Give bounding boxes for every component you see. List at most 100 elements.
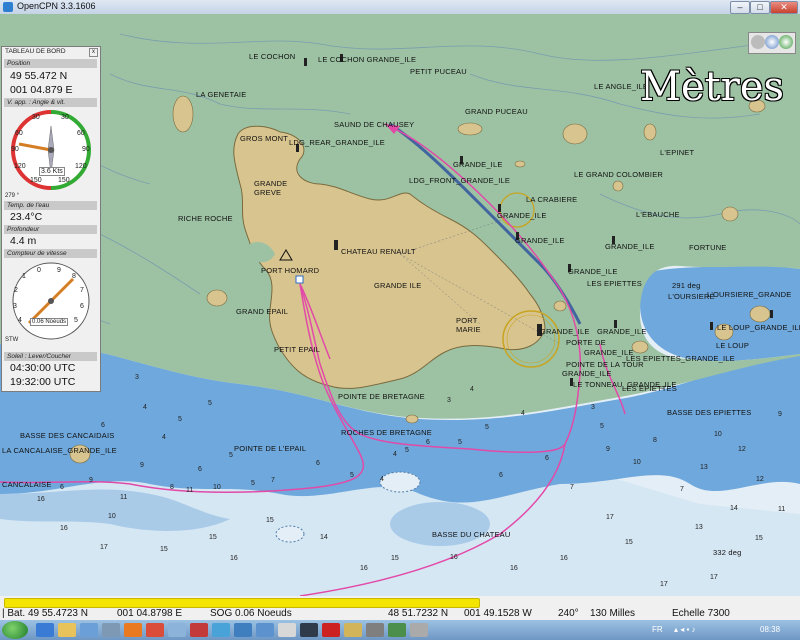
chart-label: PORTE DE [566, 338, 606, 347]
sounding: 5 [600, 423, 604, 430]
language-indicator[interactable]: FR [652, 625, 663, 634]
bearing: 240° [558, 608, 579, 619]
app-icon[interactable] [366, 623, 384, 637]
info-icon[interactable] [765, 35, 779, 49]
app-icon[interactable] [102, 623, 120, 637]
sounding: 11 [120, 494, 128, 501]
dashboard-close-button[interactable]: x [89, 48, 98, 57]
sounding: 16 [60, 525, 68, 532]
explorer-icon[interactable] [58, 623, 76, 637]
chart-label: GRANDE [254, 179, 288, 188]
app-icon[interactable] [410, 623, 428, 637]
chart-label: GRANDE_ILE [540, 327, 590, 336]
sounding: 17 [606, 514, 614, 521]
wind-tick: 60 [15, 130, 23, 137]
wind-extra: 279 ° [5, 193, 20, 199]
sounding: 15 [209, 534, 217, 541]
wind-speed: 3.6 Kts [39, 167, 65, 176]
chart-label: LA GENETAIE [196, 90, 247, 99]
sounding: 6 [545, 455, 549, 462]
chart-tools [748, 32, 796, 54]
sounding: 10 [108, 513, 116, 520]
sounding: 4 [470, 386, 474, 393]
wind-tick: 120 [75, 163, 87, 170]
position-lon: 001 04.879 E [10, 84, 73, 96]
start-button[interactable] [2, 621, 28, 639]
app-icon[interactable] [168, 623, 186, 637]
chart-label: PETIT EPAIL [274, 345, 321, 354]
sounding: 16 [450, 554, 458, 561]
app-icon[interactable] [80, 623, 98, 637]
maximize-button[interactable]: □ [750, 1, 770, 14]
water-temp-caption: Temp. de l'eau [4, 201, 97, 210]
sounding: 12 [756, 476, 764, 483]
chart-label: GROS MONT [240, 134, 289, 143]
app-icon[interactable] [388, 623, 406, 637]
close-button[interactable]: ✕ [770, 1, 798, 14]
piano-icon[interactable] [751, 35, 765, 49]
position-caption: Position [4, 59, 97, 68]
sounding: 9 [606, 446, 610, 453]
compass-icon[interactable] [779, 35, 793, 49]
app-icon[interactable] [190, 623, 208, 637]
pdf-icon[interactable] [322, 623, 340, 637]
sounding: 17 [660, 581, 668, 588]
opencpn-taskbar-icon[interactable] [256, 623, 274, 637]
sounding: 5 [178, 416, 182, 423]
sounding: 10 [633, 459, 641, 466]
app-icon[interactable] [146, 623, 164, 637]
minimize-button[interactable]: – [730, 1, 750, 14]
sounding: 13 [695, 524, 703, 531]
chart-label: GRANDE_ILE [605, 242, 655, 251]
clock[interactable]: 08:38 [760, 625, 780, 634]
sounding: 7 [271, 477, 275, 484]
sounding: 4 [380, 476, 384, 483]
sounding: 17 [100, 544, 108, 551]
wind-tick: 90 [11, 146, 19, 153]
app-icon[interactable] [344, 623, 362, 637]
sounding: 10 [213, 484, 221, 491]
taskbar: FR ▴ ◂ ▪ ♪ 08:38 [0, 620, 800, 640]
app-icon[interactable] [234, 623, 252, 637]
chart-label: FORTUNE [689, 243, 727, 252]
speed-gauge [12, 262, 90, 340]
depth-caption: Profondeur [4, 225, 97, 234]
chart-label: LE GRAND COLOMBIER [574, 170, 664, 179]
sounding: 15 [625, 539, 633, 546]
chart-label: GRANDE_ILE [562, 369, 612, 378]
chart-label: GRAND PUCEAU [465, 107, 528, 116]
chart-label: LES EPIETTES [587, 279, 642, 288]
speed-tick: 4 [18, 317, 22, 324]
chart-label: LE LOUP [716, 341, 750, 350]
chart-label: ROCHES DE BRETAGNE [341, 428, 432, 437]
app-icon[interactable] [212, 623, 230, 637]
chart-canvas[interactable]: LE COCHON LE COCHON GRANDE_ILE PETIT PUCEA… [0, 14, 800, 596]
chart-label: LES EPIETTES [622, 384, 677, 393]
chart-label: L'EBAUCHE [636, 210, 680, 219]
ie-icon[interactable] [36, 623, 54, 637]
chart-label: CHATEAU RENAULT [341, 247, 416, 256]
chart-label: GREVE [254, 188, 282, 197]
speed-tick: 8 [72, 273, 76, 280]
firefox-icon[interactable] [124, 623, 142, 637]
cursor-lat: 48 51.7232 N [388, 608, 449, 619]
sounding: 11 [778, 506, 786, 513]
sounding: 16 [37, 496, 45, 503]
terminal-icon[interactable] [300, 623, 318, 637]
sounding: 6 [198, 466, 202, 473]
chart-label: LE COCHON [249, 52, 296, 61]
progress-bar [4, 598, 480, 608]
dashboard-title: TABLEAU DE BORD [5, 48, 66, 55]
sounding: 4 [162, 434, 166, 441]
stw-label: STW [5, 337, 19, 343]
sounding: 4 [393, 451, 397, 458]
boat-lat: | Bat. 49 55.4723 N [2, 608, 88, 619]
tray-icons[interactable]: ▴ ◂ ▪ ♪ [674, 625, 696, 634]
speed-tick: 5 [74, 317, 78, 324]
chart-label: GRANDE ILE [374, 281, 422, 290]
app-icon[interactable] [278, 623, 296, 637]
sog: SOG 0.06 Noeuds [210, 608, 292, 619]
sounding: 8 [653, 437, 657, 444]
dashboard-panel[interactable]: TABLEAU DE BORD x Position 49 55.472 N 0… [1, 46, 101, 392]
sounding: 5 [405, 447, 409, 454]
